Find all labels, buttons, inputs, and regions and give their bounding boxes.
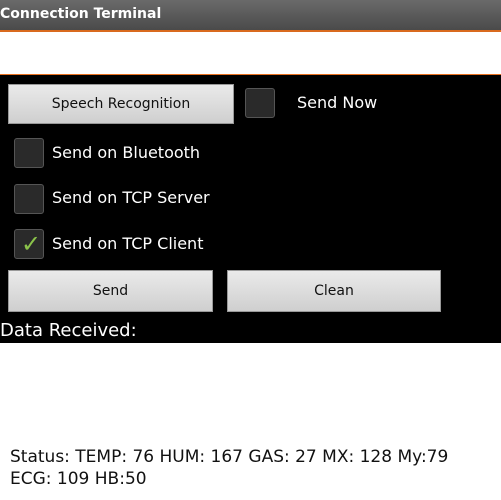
send-tcp-server-checkbox[interactable] <box>14 184 44 214</box>
message-input[interactable] <box>0 32 501 77</box>
clean-button[interactable]: Clean <box>227 270 441 312</box>
data-received-label: Data Received: <box>0 320 137 341</box>
speech-recognition-button[interactable]: Speech Recognition <box>8 84 234 124</box>
send-tcp-client-checkbox[interactable]: ✓ <box>14 229 44 259</box>
status-text: Status: TEMP: 76 HUM: 167 GAS: 27 MX: 12… <box>10 447 449 489</box>
check-icon: ✓ <box>21 230 42 258</box>
send-tcp-server-label: Send on TCP Server <box>52 188 210 207</box>
window-title: Connection Terminal <box>0 6 162 22</box>
send-bluetooth-checkbox[interactable] <box>14 138 44 168</box>
send-now-label: Send Now <box>297 93 378 112</box>
title-bar: Connection Terminal <box>0 0 501 32</box>
send-now-checkbox[interactable] <box>245 88 275 118</box>
send-bluetooth-label: Send on Bluetooth <box>52 143 201 162</box>
send-button[interactable]: Send <box>8 270 213 312</box>
send-tcp-client-label: Send on TCP Client <box>52 234 204 253</box>
